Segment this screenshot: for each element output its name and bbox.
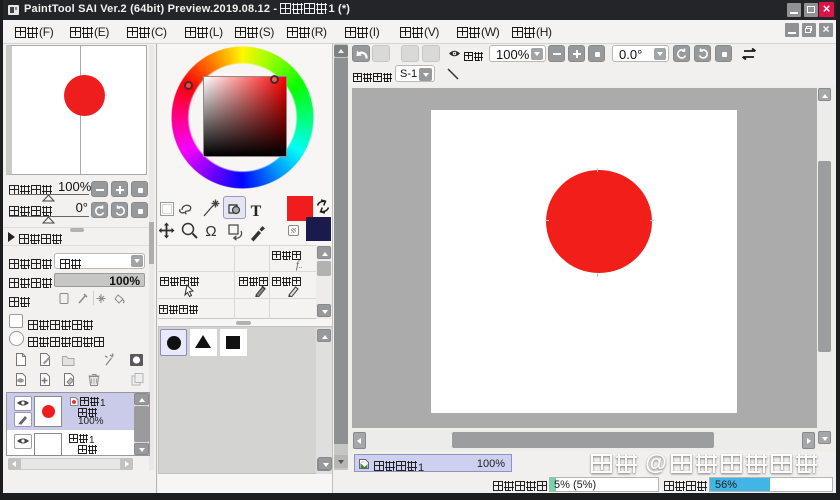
svg-text:T: T <box>251 203 262 220</box>
svg-text:Ω: Ω <box>205 223 216 240</box>
